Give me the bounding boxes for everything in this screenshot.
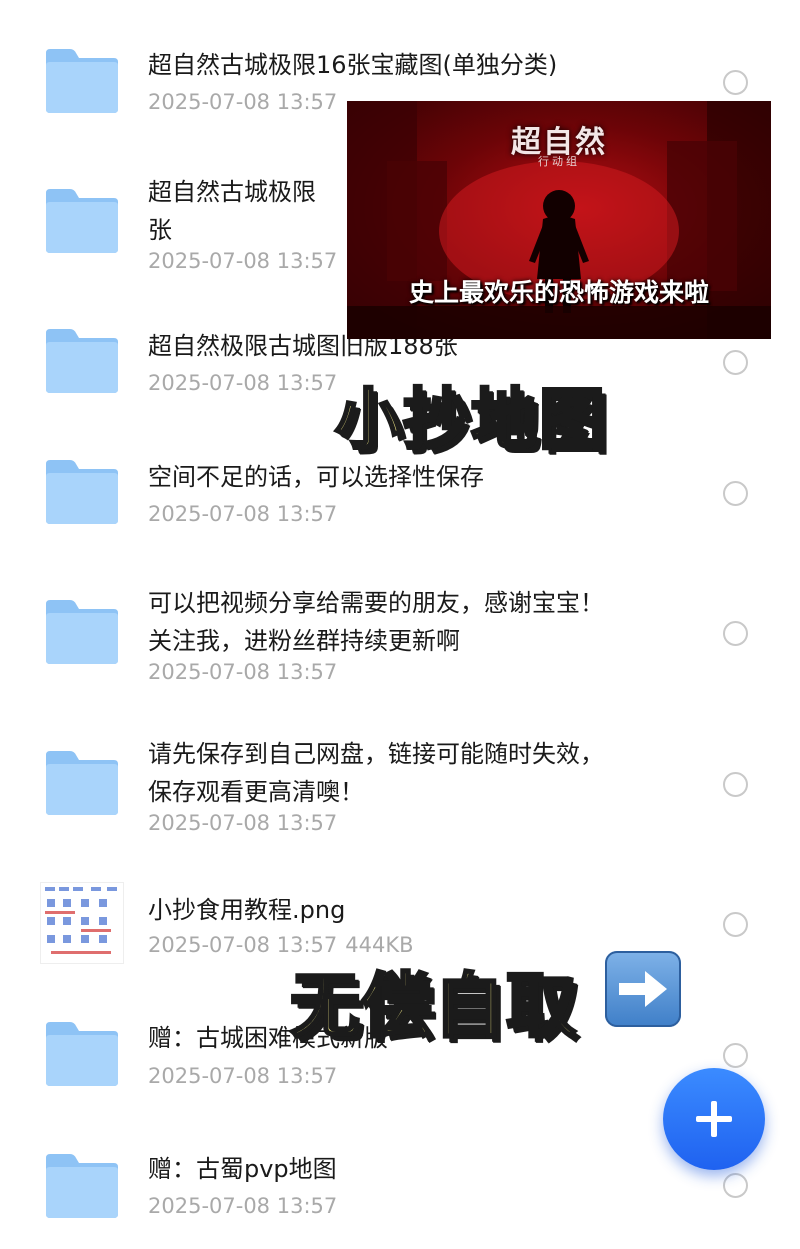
plus-icon — [696, 1101, 732, 1137]
select-radio[interactable] — [723, 70, 748, 95]
file-name[interactable]: 赠：古蜀pvp地图 — [148, 1150, 668, 1188]
folder-icon — [44, 1020, 120, 1088]
file-name-line: 赠：古蜀pvp地图 — [148, 1155, 337, 1183]
file-name-line: 请先保存到自己网盘，链接可能随时失效， — [148, 740, 604, 768]
banner-logo-subtitle: 行动组 — [538, 155, 580, 168]
file-meta: 2025-07-08 13:57 — [148, 502, 337, 526]
file-name-line: 保存观看更高清噢！ — [148, 778, 364, 806]
folder-icon — [44, 47, 120, 115]
select-radio[interactable] — [723, 350, 748, 375]
file-name[interactable]: 请先保存到自己网盘，链接可能随时失效， 保存观看更高清噢！ — [148, 735, 668, 811]
folder-icon — [44, 598, 120, 666]
file-date: 2025-07-08 13:57 — [148, 249, 338, 273]
file-name-line: 可以把视频分享给需要的朋友，感谢宝宝！ — [148, 589, 604, 617]
image-thumbnail — [40, 882, 124, 964]
game-banner-image: 超自然 行动组 史上最欢乐的恐怖游戏来啦 — [347, 101, 771, 339]
file-date: 2025-07-08 13:57 — [148, 1194, 338, 1218]
file-name[interactable]: 小抄食用教程.png — [148, 891, 668, 929]
file-meta: 2025-07-08 13:57 — [148, 1064, 337, 1088]
file-name-line: 小抄食用教程.png — [148, 896, 346, 924]
file-name[interactable]: 可以把视频分享给需要的朋友，感谢宝宝！ 关注我，进粉丝群持续更新啊 — [148, 584, 668, 660]
file-date: 2025-07-08 13:57 — [148, 660, 338, 684]
select-radio[interactable] — [723, 481, 748, 506]
file-name[interactable]: 空间不足的话，可以选择性保存 — [148, 458, 668, 496]
right-arrow-icon — [605, 951, 681, 1027]
select-radio[interactable] — [723, 621, 748, 646]
file-date: 2025-07-08 13:57 — [148, 371, 338, 395]
file-meta: 2025-07-08 13:57 — [148, 1194, 337, 1218]
file-date: 2025-07-08 13:57 — [148, 502, 338, 526]
file-date: 2025-07-08 13:57 — [148, 1064, 338, 1088]
banner-caption: 史上最欢乐的恐怖游戏来啦 — [408, 278, 709, 307]
select-radio[interactable] — [723, 1043, 748, 1068]
file-meta: 2025-07-08 13:57 — [148, 811, 337, 835]
file-date: 2025-07-08 13:57 — [148, 811, 338, 835]
folder-icon — [44, 749, 120, 817]
folder-icon — [44, 187, 120, 255]
file-name-line: 关注我，进粉丝群持续更新啊 — [148, 627, 460, 655]
file-meta: 2025-07-08 13:57 — [148, 90, 337, 114]
file-name-line: 超自然古城极限16张宝藏图(单独分类) — [148, 51, 558, 79]
folder-icon — [44, 327, 120, 395]
file-name-line: 空间不足的话，可以选择性保存 — [148, 463, 484, 491]
folder-icon — [44, 458, 120, 526]
select-radio[interactable] — [723, 772, 748, 797]
file-meta: 2025-07-08 13:57 — [148, 249, 337, 273]
overlay-text-cheatsheet: 小抄地图 — [334, 380, 607, 460]
select-radio[interactable] — [723, 912, 748, 937]
add-button[interactable] — [663, 1068, 765, 1170]
select-radio[interactable] — [723, 1173, 748, 1198]
file-meta: 2025-07-08 13:57 — [148, 371, 337, 395]
file-name[interactable]: 超自然古城极限16张宝藏图(单独分类) — [148, 46, 668, 84]
overlay-text-free: 无偿自取 — [289, 964, 578, 1049]
file-meta: 2025-07-08 13:57 — [148, 660, 337, 684]
file-date: 2025-07-08 13:57 — [148, 90, 338, 114]
folder-icon — [44, 1152, 120, 1220]
